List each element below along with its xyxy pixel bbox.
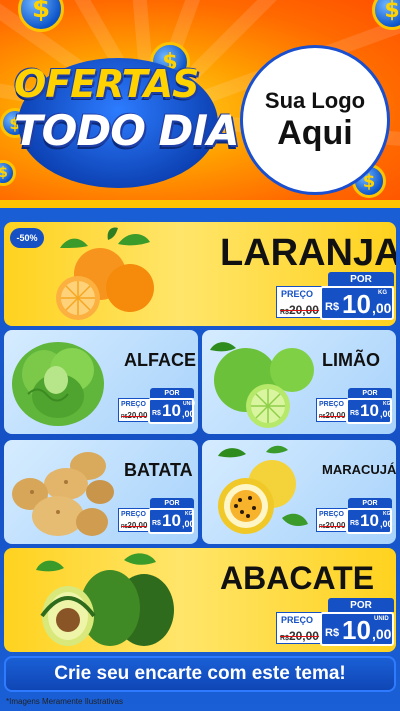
avocado-image-icon — [36, 553, 174, 646]
old-price-box: PREÇO R$20,00 — [118, 398, 150, 422]
potato-image-icon — [12, 452, 114, 536]
product-card-abacate[interactable]: ABACATE POR PREÇO R$20,00 R$ 10 ,00 UNID — [4, 548, 396, 652]
por-label: POR — [150, 498, 194, 508]
old-price-box: PREÇO R$20,00 — [276, 286, 322, 318]
preco-label: PREÇO — [281, 615, 314, 625]
price-decimal: ,00 — [182, 409, 195, 419]
price-integer: 10 — [342, 289, 371, 319]
unit-label: KG — [383, 401, 391, 407]
old-price: R$20,00 — [280, 629, 319, 643]
product-card-limao[interactable]: LIMÃO POR PREÇO R$20,00 R$ 10 ,00 KG — [202, 330, 396, 434]
old-price: R$20,00 — [319, 521, 346, 530]
title-line-1: OFERTAS — [14, 62, 200, 106]
lettuce-image-icon — [12, 342, 104, 426]
old-price: R$20,00 — [121, 521, 148, 530]
new-price-box: R$ 10 ,00 KG — [346, 398, 393, 424]
new-price-box: R$ 10 ,00 UNID — [148, 398, 196, 424]
product-name: MARACUJÁ — [322, 462, 396, 477]
coin-icon: $ — [0, 160, 16, 186]
price-tag: POR PREÇO R$20,00 R$ 10 ,00 KG — [316, 498, 393, 538]
product-name: ABACATE — [220, 560, 375, 596]
product-name: ALFACE — [124, 350, 196, 370]
unit-label: UNID — [374, 616, 389, 622]
price-tag: POR PREÇO R$20,00 R$ 10 ,00 UNID — [276, 598, 394, 648]
price-tag: POR PREÇO R$20,00 R$ 10 ,00 KG — [276, 272, 394, 322]
old-price-box: PREÇO R$20,00 — [118, 508, 150, 532]
header: $ $ $ $ $ $ OFERTAS TODO DIA Sua Logo Aq… — [0, 0, 400, 200]
price-tag: POR PREÇO R$20,00 R$ 10 ,00 UNID — [118, 388, 196, 428]
cta-banner[interactable]: Crie seu encarte com este tema! — [4, 656, 396, 692]
preco-label: PREÇO — [121, 401, 146, 408]
price-tag: POR PREÇO R$20,00 R$ 10 ,00 KG — [316, 388, 393, 428]
old-price: R$20,00 — [280, 303, 319, 317]
passion-fruit-image-icon — [218, 445, 308, 534]
coin-icon: $ — [372, 0, 400, 30]
por-label: POR — [328, 272, 394, 286]
price-integer: 10 — [162, 401, 181, 420]
price-integer: 10 — [342, 615, 371, 645]
price-decimal: ,00 — [372, 300, 392, 316]
currency-symbol: R$ — [152, 520, 161, 527]
unit-label: KG — [185, 511, 193, 517]
logo-text-line2: Aqui — [277, 114, 353, 152]
currency-symbol: R$ — [152, 410, 161, 417]
preco-label: PREÇO — [121, 511, 146, 518]
new-price-box: R$ 10 ,00 KG — [320, 286, 394, 320]
por-label: POR — [348, 388, 392, 398]
new-price-box: R$ 10 ,00 KG — [148, 508, 195, 534]
disclaimer-footnote: *Imagens Meramente Ilustrativas — [6, 697, 123, 706]
price-integer: 10 — [162, 511, 181, 530]
currency-symbol: R$ — [325, 301, 340, 313]
preco-label: PREÇO — [319, 401, 344, 408]
new-price-box: R$ 10 ,00 UNID — [320, 612, 394, 646]
price-integer: 10 — [360, 401, 379, 420]
price-decimal: ,00 — [372, 626, 392, 642]
discount-badge: -50% — [10, 228, 44, 248]
old-price-box: PREÇO R$20,00 — [316, 398, 348, 422]
lime-image-icon — [210, 342, 314, 428]
old-price-box: PREÇO R$20,00 — [276, 612, 322, 644]
product-card-maracuja[interactable]: MARACUJÁ POR PREÇO R$20,00 R$ 10 ,00 KG — [202, 440, 396, 544]
title-line-2: TODO DIA — [14, 106, 240, 155]
product-card-alface[interactable]: ALFACE POR PREÇO R$20,00 R$ 10 ,00 UNID — [4, 330, 198, 434]
price-decimal: ,00 — [380, 519, 393, 529]
product-card-batata[interactable]: BATATA POR PREÇO R$20,00 R$ 10 ,00 KG — [4, 440, 198, 544]
product-name: LARANJA — [220, 232, 396, 274]
currency-symbol: R$ — [350, 520, 359, 527]
old-price-box: PREÇO R$20,00 — [316, 508, 348, 532]
preco-label: PREÇO — [319, 511, 344, 518]
product-name: BATATA — [124, 460, 193, 480]
por-label: POR — [348, 498, 392, 508]
logo-placeholder[interactable]: Sua Logo Aqui — [240, 45, 390, 195]
divider-stripe — [0, 200, 400, 208]
preco-label: PREÇO — [281, 289, 314, 299]
orange-image-icon — [56, 227, 154, 320]
price-decimal: ,00 — [182, 519, 195, 529]
por-label: POR — [328, 598, 394, 612]
logo-text-line1: Sua Logo — [264, 88, 366, 113]
old-price: R$20,00 — [121, 411, 148, 420]
product-card-laranja[interactable]: -50% LARANJA POR PREÇO R$20,00 R$ 10 ,00 — [4, 222, 396, 326]
por-label: POR — [150, 388, 194, 398]
unit-label: KG — [383, 511, 391, 517]
price-integer: 10 — [360, 511, 379, 530]
currency-symbol: R$ — [350, 410, 359, 417]
new-price-box: R$ 10 ,00 KG — [346, 508, 393, 534]
product-name: LIMÃO — [322, 350, 380, 370]
unit-label: UNID — [183, 401, 196, 407]
price-tag: POR PREÇO R$20,00 R$ 10 ,00 KG — [118, 498, 195, 538]
currency-symbol: R$ — [325, 627, 340, 639]
unit-label: KG — [378, 290, 387, 296]
old-price: R$20,00 — [319, 411, 346, 420]
price-decimal: ,00 — [380, 409, 393, 419]
